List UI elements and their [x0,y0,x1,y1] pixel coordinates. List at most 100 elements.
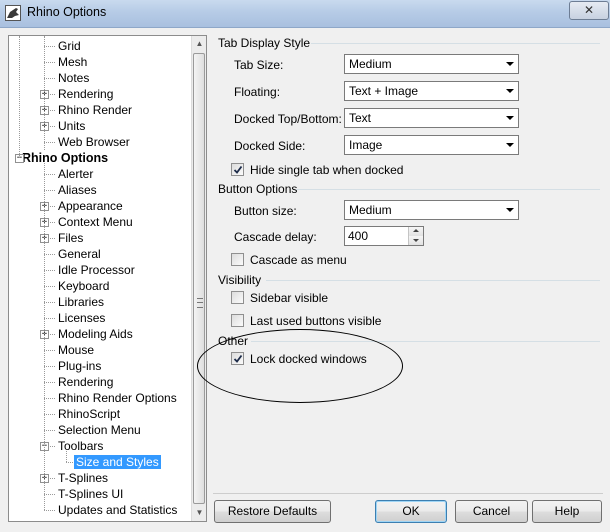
tree-item-rhino-render[interactable]: Rhino Render [56,102,134,118]
tree-item-rhinoscript[interactable]: RhinoScript [56,406,122,422]
tree-item-keyboard[interactable]: Keyboard [56,278,111,294]
tree-item-label: Files [58,231,84,245]
docked-side-select[interactable]: Image [344,135,519,155]
tree-item-general[interactable]: General [56,246,103,262]
tree-item-grid[interactable]: Grid [56,38,83,54]
sidebar-visible-label: Sidebar visible [250,291,329,305]
chevron-down-icon [506,116,514,120]
hide-single-tab-checkbox[interactable] [231,163,244,176]
chevron-down-icon [506,143,514,147]
tree-connector [44,430,55,431]
ok-button[interactable]: OK [375,500,447,523]
docked-top-bottom-select[interactable]: Text [344,108,519,128]
group-divider [311,43,600,44]
tree-item-appearance[interactable]: Appearance [56,198,125,214]
bottom-divider [213,493,603,494]
checkmark-icon [233,165,243,174]
tree-item-aliases[interactable]: Aliases [56,182,99,198]
tree-item-label: Toolbars [58,439,104,453]
cascade-delay-spinner [408,227,423,245]
tree-item-rhino-options[interactable]: Rhino Options [20,150,110,166]
tree-item-label: Units [58,119,86,133]
tree-item-label: Updates and Statistics [58,503,178,517]
lock-docked-windows-label: Lock docked windows [250,352,367,366]
tree-item-label: Notes [58,71,90,85]
lock-docked-windows-checkbox[interactable] [231,352,244,365]
spin-down-button[interactable] [409,236,423,245]
tree-item-libraries[interactable]: Libraries [56,294,106,310]
tree-guide-line [66,451,67,462]
tab-display-style-title: Tab Display Style [218,36,311,50]
group-divider [296,189,600,190]
tree-item-label: Context Menu [58,215,133,229]
tree-item-size-and-styles[interactable]: Size and Styles [74,454,161,470]
tree-item-modeling-aids[interactable]: Modeling Aids [56,326,135,342]
tree-item-t-splines-ui[interactable]: T-Splines UI [56,486,125,502]
button-size-select[interactable]: Medium [344,200,519,220]
cascade-as-menu-checkbox[interactable] [231,253,244,266]
docked-side-label: Docked Side: [234,139,306,153]
tab-size-select[interactable]: Medium [344,54,519,74]
tree-connector [44,46,55,47]
button-size-label: Button size: [234,204,297,218]
tree-item-toolbars[interactable]: Toolbars [56,438,105,454]
tree-item-mouse[interactable]: Mouse [56,342,96,358]
cancel-button[interactable]: Cancel [455,500,528,523]
tree-item-label: Mouse [58,343,95,357]
close-icon: ✕ [583,3,595,17]
tree-item-notes[interactable]: Notes [56,70,91,86]
tree-item-alerter[interactable]: Alerter [56,166,95,182]
scroll-thumb[interactable] [193,53,205,504]
last-used-buttons-checkbox[interactable] [231,314,244,327]
other-title: Other [218,334,249,348]
tree-item-rendering[interactable]: Rendering [56,374,115,390]
tree-item-label: T-Splines [58,471,109,485]
button-options-title: Button Options [218,182,298,196]
tree-item-rendering[interactable]: Rendering [56,86,115,102]
docked-top-bottom-label: Docked Top/Bottom: [234,112,342,126]
tree-connector [44,62,55,63]
tree-item-updates-and-statistics[interactable]: Updates and Statistics [56,502,179,518]
tree-item-mesh[interactable]: Mesh [56,54,89,70]
tree-item-label: Web Browser [58,135,130,149]
tree-scrollbar[interactable]: ▲ ▼ [191,36,206,521]
tree-item-plug-ins[interactable]: Plug-ins [56,358,103,374]
tree-connector [44,254,55,255]
restore-defaults-button[interactable]: Restore Defaults [214,500,331,523]
cascade-delay-label: Cascade delay: [234,230,317,244]
arrow-up-icon [413,229,419,232]
tree-item-label: Rhino Options [22,151,109,165]
close-button[interactable]: ✕ [569,1,609,20]
tree-connector [44,510,55,511]
tree-item-web-browser[interactable]: Web Browser [56,134,132,150]
tree-guide-line [19,36,20,158]
tree-item-units[interactable]: Units [56,118,87,134]
last-used-buttons-label: Last used buttons visible [250,314,382,328]
tree-item-t-splines[interactable]: T-Splines [56,470,110,486]
tree-item-idle-processor[interactable]: Idle Processor [56,262,137,278]
tree-connector [44,174,55,175]
cascade-delay-input[interactable]: 400 [344,226,424,246]
cascade-delay-value: 400 [348,229,369,243]
tree-item-licenses[interactable]: Licenses [56,310,107,326]
scroll-down-icon[interactable]: ▼ [192,505,206,521]
sidebar-visible-checkbox[interactable] [231,291,244,304]
tree-item-label: Rendering [58,87,114,101]
tree-item-label: RhinoScript [58,407,121,421]
tree-item-rhino-render-options[interactable]: Rhino Render Options [56,390,179,406]
tree-connector [44,190,55,191]
tree-connector [44,318,55,319]
chevron-down-icon [506,208,514,212]
scroll-up-icon[interactable]: ▲ [192,36,206,52]
checkmark-icon [233,354,243,363]
help-button[interactable]: Help [532,500,602,523]
tree-connector [66,462,73,463]
tree-item-label: Licenses [58,311,106,325]
cascade-as-menu-label: Cascade as menu [250,253,347,267]
floating-select[interactable]: Text + Image [344,81,519,101]
tree-item-files[interactable]: Files [56,230,85,246]
tree-item-selection-menu[interactable]: Selection Menu [56,422,143,438]
docked-side-value: Image [349,138,383,152]
title-bar: Rhino Options ✕ [0,0,610,28]
tree-item-context-menu[interactable]: Context Menu [56,214,135,230]
